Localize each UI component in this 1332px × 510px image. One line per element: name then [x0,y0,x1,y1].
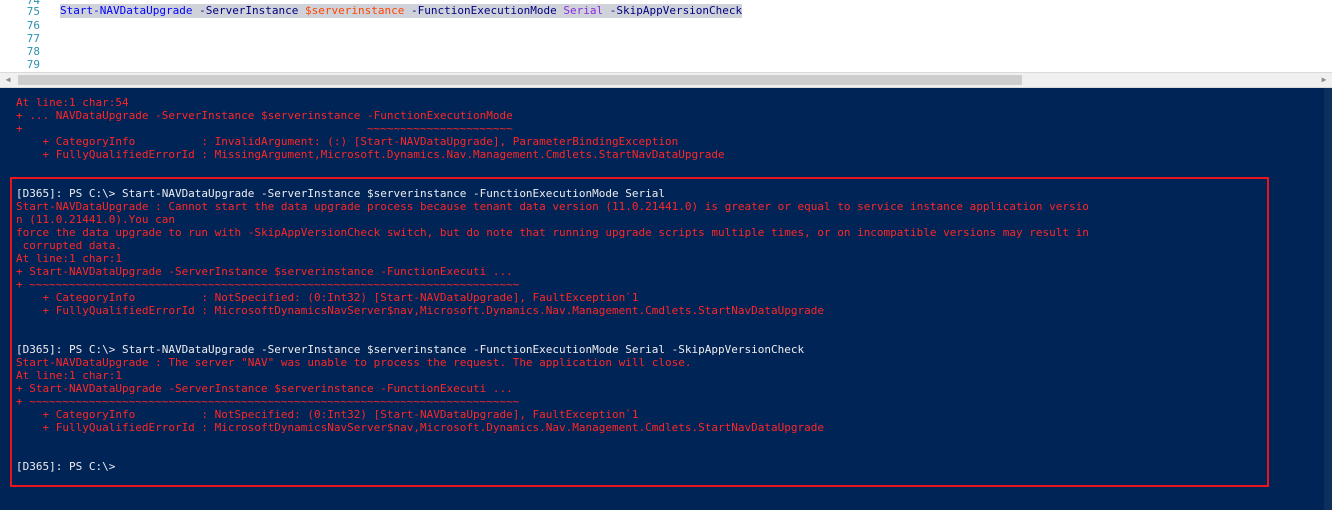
code-variable: $serverinstance [305,4,405,17]
scroll-right-icon[interactable]: ▶ [1316,73,1332,87]
code-param-functionexecutionmode: -FunctionExecutionMode [404,4,564,17]
line-number: 78 [26,45,40,58]
line-number: 76 [26,19,40,32]
console-error-line: + ~~~~~~~~~~~~~~~~~~~~~~ [16,122,513,135]
console-error-line: At line:1 char:1 [16,252,122,265]
console-error-line: + FullyQualifiedErrorId : MissingArgumen… [16,148,725,161]
code-cmdlet: Start-NAVDataUpgrade [60,4,193,17]
editor-horizontal-scrollbar[interactable]: ◀ ▶ [0,72,1332,88]
code-value: Serial [563,4,604,17]
console-error-line: + CategoryInfo : InvalidArgument: (:) [S… [16,135,679,148]
console-error-line: n (11.0.21441.0).You can [16,213,175,226]
line-number-gutter: 74 75 76 77 78 79 [0,0,52,72]
console-output-line: [D365]: PS C:\> Start-NAVDataUpgrade -Se… [16,187,666,200]
console-pane[interactable]: At line:1 char:54 + ... NAVDataUpgrade -S… [0,88,1332,510]
script-editor-pane[interactable]: 74 75 76 77 78 79 Start-NAVDataUpgrade -… [0,0,1332,72]
console-error-line: Start-NAVDataUpgrade : The server "NAV" … [16,356,692,369]
console-error-line: force the data upgrade to run with -Skip… [16,226,1089,239]
console-error-line: corrupted data. [16,239,122,252]
scrollbar-thumb[interactable] [18,75,1022,85]
selected-code-line[interactable]: Start-NAVDataUpgrade -ServerInstance $se… [60,4,743,18]
console-error-line: + ~~~~~~~~~~~~~~~~~~~~~~~~~~~~~~~~~~~~~~… [16,395,520,408]
console-error-line: At line:1 char:54 [16,96,129,109]
console-error-line: + FullyQualifiedErrorId : MicrosoftDynam… [16,421,824,434]
console-error-line: + Start-NAVDataUpgrade -ServerInstance $… [16,265,513,278]
code-param-skipappversioncheck: -SkipAppVersionCheck [603,4,743,17]
line-number: 75 [26,5,40,18]
console-error-line: + Start-NAVDataUpgrade -ServerInstance $… [16,382,513,395]
console-error-line: At line:1 char:1 [16,369,122,382]
scroll-left-icon[interactable]: ◀ [0,73,16,87]
console-error-line: + ... NAVDataUpgrade -ServerInstance $se… [16,109,513,122]
line-number: 79 [26,58,40,71]
line-number: 77 [26,32,40,45]
console-error-line: Start-NAVDataUpgrade : Cannot start the … [16,200,1089,213]
console-error-line: + ~~~~~~~~~~~~~~~~~~~~~~~~~~~~~~~~~~~~~~… [16,278,520,291]
console-error-line: + FullyQualifiedErrorId : MicrosoftDynam… [16,304,824,317]
console-output-line: [D365]: PS C:\> [16,460,116,473]
console-output-line: [D365]: PS C:\> Start-NAVDataUpgrade -Se… [16,343,805,356]
console-error-line: + CategoryInfo : NotSpecified: (0:Int32)… [16,291,639,304]
code-param-serverinstance: -ServerInstance [192,4,306,17]
console-vertical-scrollbar[interactable] [1324,88,1332,510]
console-error-line: + CategoryInfo : NotSpecified: (0:Int32)… [16,408,639,421]
